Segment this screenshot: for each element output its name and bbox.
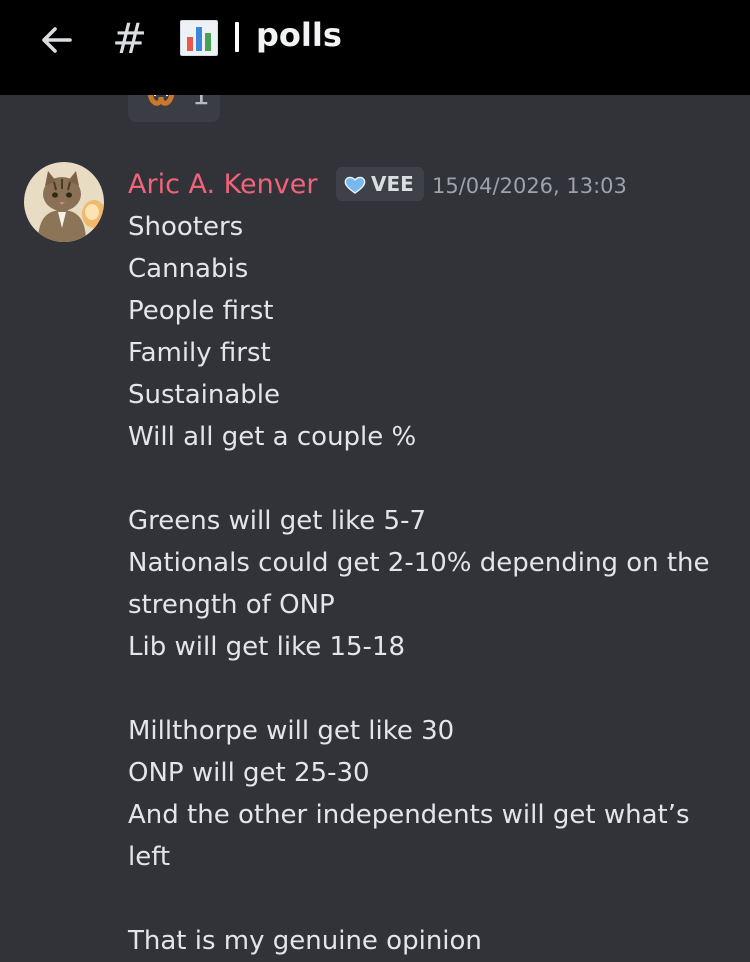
channel-hash-icon: # (112, 14, 148, 63)
message-line: Will all get a couple % (128, 422, 417, 452)
message-line: People first (128, 296, 274, 326)
message-line: Greens will get like 5-7 (128, 506, 427, 536)
message-line: Cannabis (128, 254, 249, 284)
message-line (128, 458, 738, 500)
cat-avatar-icon (24, 162, 104, 242)
channel-header: # polls (0, 0, 750, 95)
message-line: Millthorpe will get like 30 (128, 716, 455, 746)
role-tag[interactable]: VEE (336, 167, 424, 201)
message-line (128, 668, 738, 710)
message-line (128, 878, 738, 920)
message-line: Family first (128, 338, 271, 368)
message-line: And the other independents will get what… (128, 800, 690, 830)
channel-name[interactable]: polls (256, 12, 342, 58)
message-author[interactable]: Aric A. Kenver (128, 166, 317, 204)
message-line: strength of ONP (128, 590, 335, 620)
role-tag-label: VEE (371, 172, 414, 196)
back-arrow-icon[interactable] (36, 20, 76, 60)
bar-chart-emoji-icon (180, 20, 218, 56)
message-line: ONP will get 25-30 (128, 758, 370, 788)
message-line: Sustainable (128, 380, 281, 410)
message-line: Shooters (128, 212, 244, 242)
message-line: left (128, 842, 171, 872)
blue-heart-icon (344, 176, 366, 194)
message-line: Nationals could get 2-10% depending on t… (128, 548, 710, 578)
message-content: Shooters Cannabis People first Family first… (128, 206, 738, 962)
header-divider (235, 22, 239, 52)
pretzel-emoji-icon (147, 95, 175, 106)
message-timestamp: 15/04/2026, 13:03 (432, 174, 627, 198)
message-line: Lib will get like 15-18 (128, 632, 406, 662)
avatar[interactable] (24, 162, 104, 242)
message-line: That is my genuine opinion (128, 926, 482, 956)
